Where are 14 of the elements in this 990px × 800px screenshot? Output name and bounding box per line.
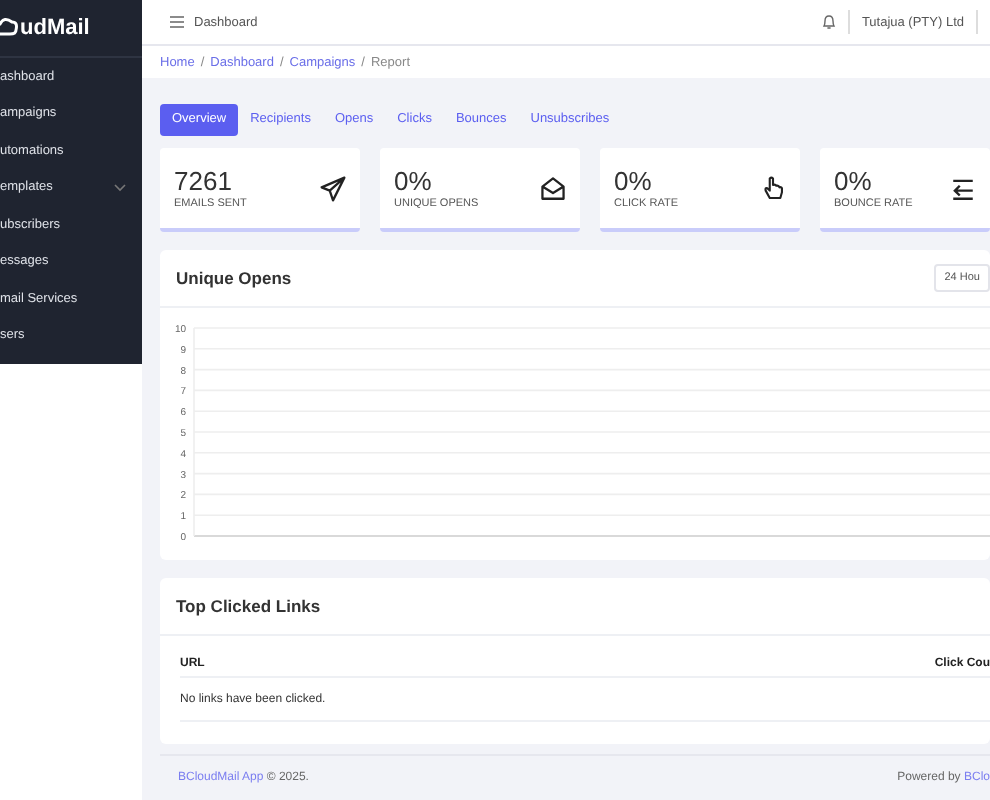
card-title: Top Clicked Links (176, 596, 321, 616)
stat-value: 0% (614, 166, 654, 196)
menu-icon[interactable] (170, 16, 184, 29)
app-logo: udMail (20, 16, 90, 40)
stat-value: 7261 (174, 166, 234, 196)
stat-value: 0% (834, 166, 874, 196)
return-arrow-icon (950, 175, 976, 201)
paper-plane-icon (320, 175, 346, 201)
envelope-icon (540, 175, 566, 201)
bell-icon[interactable] (821, 14, 836, 31)
stat-value: 0% (394, 166, 434, 196)
pointing-hand-icon (760, 175, 786, 201)
cloud-logo-icon (0, 16, 18, 40)
card-title: Unique Opens (176, 268, 292, 288)
